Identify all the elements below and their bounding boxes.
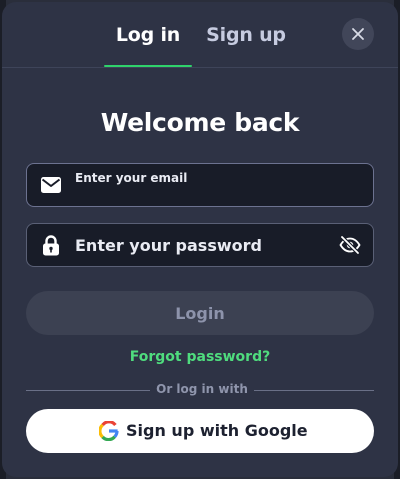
active-tab-indicator [104,65,192,67]
login-button[interactable]: Login [26,291,374,335]
divider-right [254,390,374,391]
google-button-label: Sign up with Google [126,421,308,440]
password-input[interactable] [75,234,325,256]
google-signup-button[interactable]: Sign up with Google [26,409,374,453]
email-input[interactable] [75,170,355,186]
google-icon [99,421,119,441]
lock-icon [43,235,59,256]
forgot-password-link[interactable]: Forgot password? [2,349,398,365]
auth-modal: Log in Sign up Welcome back Enter your e… [2,2,398,477]
envelope-icon [41,177,61,193]
tab-log-in[interactable]: Log in [104,24,192,68]
divider-left [26,390,150,391]
page-title: Welcome back [100,108,300,137]
close-button[interactable] [342,18,374,50]
tab-sign-up[interactable]: Sign up [202,24,290,68]
divider-text: Or log in with [156,382,248,396]
tabs-bar: Log in Sign up [2,2,398,68]
close-icon [352,28,364,40]
password-field[interactable] [26,223,374,267]
eye-off-icon[interactable] [339,234,361,256]
email-field[interactable] [26,163,374,207]
